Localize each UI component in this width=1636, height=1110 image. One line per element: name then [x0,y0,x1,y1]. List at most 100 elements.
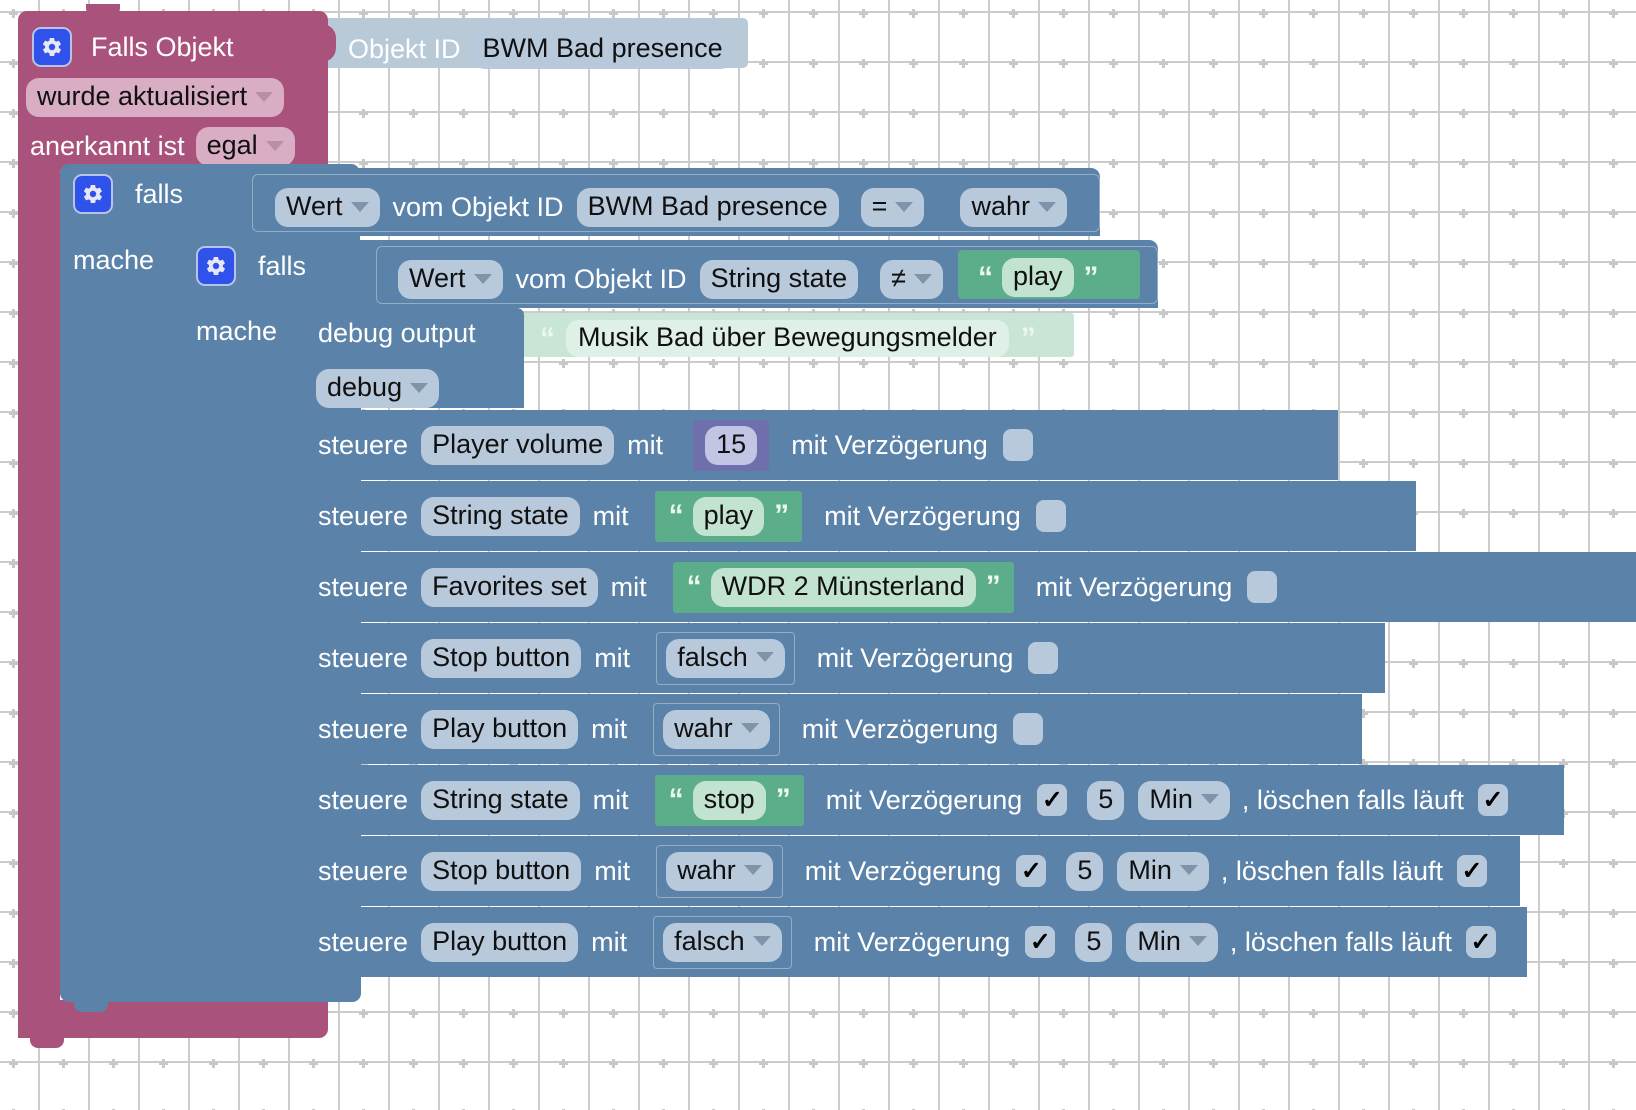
if-outer-operator[interactable]: = [860,188,925,227]
grid-cross [9,1059,18,1068]
grid-cross [1359,1059,1368,1068]
grid-cross [1159,159,1168,168]
if-inner-getter-mode[interactable]: Wert [398,260,503,299]
control-row-delay-unit[interactable]: Min [1126,922,1218,962]
if-outer-object-id[interactable]: BWM Bad presence [576,188,839,227]
control-row-delay-checkbox[interactable]: ✓ [1016,855,1047,887]
control-row-target[interactable]: Stop button [421,638,582,678]
control-row-target[interactable]: Play button [421,922,579,962]
grid-cross [9,809,18,818]
grid-cross [559,359,568,368]
control-row-delay-checkbox[interactable]: ✓ [1025,926,1056,958]
grid-cross [1409,459,1418,468]
trigger-bottom-nub [30,1036,64,1048]
grid-cross [909,159,918,168]
control-row-target[interactable]: Favorites set [421,567,598,607]
control-row-delay-label: mit Verzögerung [825,784,1023,815]
gear-icon[interactable] [32,27,72,67]
control-row-boolean-value[interactable]: wahr [666,851,773,891]
control-row-number-value[interactable]: 15 [705,425,758,465]
grid-cross [1459,109,1468,118]
debug-output-label: debug output [318,318,476,348]
debug-message-value[interactable]: Musik Bad über Bewegungsmelder [566,320,1009,357]
control-row-target[interactable]: String state [421,780,580,820]
control-row-clear-checkbox[interactable]: ✓ [1457,855,1487,887]
grid-cross [559,1059,568,1068]
control-row-boolean-block[interactable]: falsch [653,915,792,969]
control-row-target[interactable]: Player volume [421,425,615,465]
grid-cross [1259,9,1268,18]
control-row-string-block[interactable]: “play ” [654,490,803,542]
if-inner-operator[interactable]: ≠ [880,260,943,299]
grid-cross [909,1059,918,1068]
if-outer-compare-value[interactable]: wahr [960,188,1067,227]
control-row-delay-checkbox[interactable] [1247,571,1278,603]
control-row-delay-checkbox[interactable]: ✓ [1037,784,1068,816]
quote-open-icon: “ [668,783,684,816]
control-row-target[interactable]: String state [421,496,580,536]
if-outer-getter-mode[interactable]: Wert [275,188,380,227]
grid-cross [1609,1059,1618,1068]
control-row-boolean-block[interactable]: wahr [656,844,783,898]
grid-cross [1309,359,1318,368]
if-inner-string-value[interactable]: play [1002,258,1074,297]
grid-cross [1459,9,1468,18]
grid-cross [9,459,18,468]
control-row-string-value[interactable]: play [692,496,765,536]
control-row-delay-label: mit Verzögerung [813,926,1011,957]
control-row-boolean-block[interactable]: falsch [656,631,795,685]
control-row-target[interactable]: Stop button [421,851,582,891]
grid-cross [359,1009,368,1018]
control-row-clear-checkbox[interactable]: ✓ [1465,926,1496,958]
grid-cross [1559,309,1568,318]
grid-cross [1259,309,1268,318]
control-row-delay-amount[interactable]: 5 [1075,922,1113,962]
control-row-string-value[interactable]: stop [692,780,766,820]
object-id-value[interactable]: BWM Bad presence [471,30,734,69]
grid-cross [809,359,818,368]
grid-cross [959,59,968,68]
grid-cross [1309,309,1318,318]
grid-cross [1509,209,1518,218]
control-row-string-value[interactable]: WDR 2 Münsterland [710,567,976,607]
grid-cross [459,9,468,18]
control-row-with-label: mit [610,571,647,602]
control-row-delay-checkbox[interactable] [1002,429,1033,461]
control-row-boolean-value[interactable]: wahr [663,709,770,749]
if-inner-object-id[interactable]: String state [699,260,859,299]
grid-cross [1509,359,1518,368]
control-row-target[interactable]: Play button [421,709,579,749]
control-row-delay-checkbox[interactable] [1013,713,1044,745]
control-row-string-block[interactable]: “WDR 2 Münsterland ” [672,561,1014,613]
grid-cross [1409,409,1418,418]
grid-cross [1409,209,1418,218]
control-row-boolean-block[interactable]: wahr [653,702,780,756]
control-row-delay-unit[interactable]: Min [1138,780,1230,820]
control-row: steuere Stop button mit falsch mit Verzögeru… [318,631,1059,685]
grid-cross [1509,409,1518,418]
gear-icon[interactable] [196,246,236,286]
grid-cross [409,1059,418,1068]
control-row-delay-amount[interactable]: 5 [1087,780,1125,820]
control-row-delay-checkbox[interactable] [1035,500,1066,532]
grid-cross [1009,109,1018,118]
grid-cross [759,1059,768,1068]
control-row-clear-checkbox[interactable]: ✓ [1477,784,1508,816]
control-row-boolean-value[interactable]: falsch [663,922,782,962]
control-row-delay-checkbox[interactable] [1028,642,1059,674]
control-row-string-block[interactable]: “stop ” [654,774,804,826]
grid-cross [1159,9,1168,18]
control-row-delay-amount[interactable]: 5 [1066,851,1104,891]
trigger-ack-dropdown[interactable]: egal [195,127,295,166]
grid-cross [1359,9,1368,18]
control-row-boolean-value[interactable]: falsch [666,638,785,678]
blockly-workspace[interactable]: Falls Objekt wurde aktualisiert anerkann… [0,0,1636,1110]
trigger-mode-dropdown[interactable]: wurde aktualisiert [26,78,285,117]
gear-icon[interactable] [73,174,113,214]
control-row-number-block[interactable]: 15 [693,419,770,471]
debug-level-dropdown[interactable]: debug [316,369,440,408]
grid-cross [1509,509,1518,518]
control-row-delay-unit[interactable]: Min [1117,851,1209,891]
grid-cross [609,9,618,18]
grid-cross [1259,359,1268,368]
